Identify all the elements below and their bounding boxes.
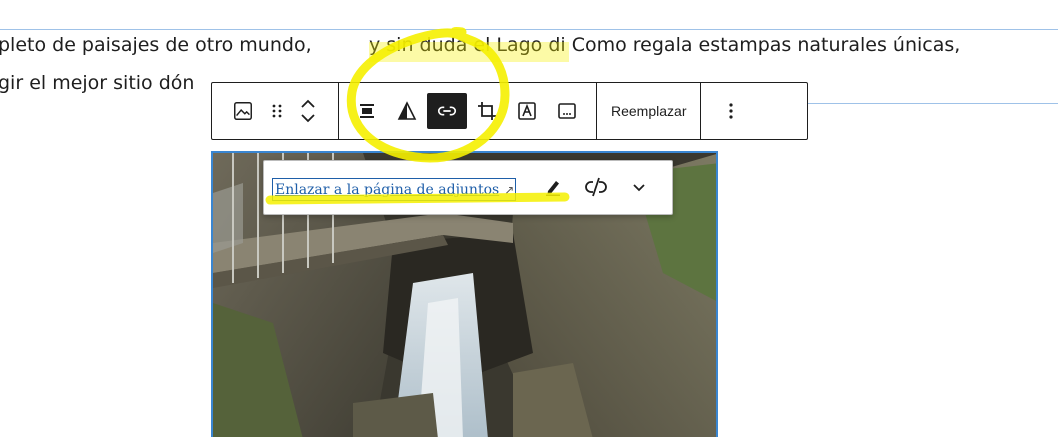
paragraph-text-part-1: pleto de paisajes de otro mundo, xyxy=(0,34,312,56)
replace-button[interactable]: Reemplazar xyxy=(597,103,700,119)
link-settings-button[interactable] xyxy=(625,175,653,203)
paragraph-text-part-2: y sin duda el Lago di Como regala estamp… xyxy=(369,34,961,56)
link-url-text[interactable]: Enlazar a la página de adjuntos xyxy=(275,182,499,198)
edit-link-button[interactable] xyxy=(539,175,567,203)
unlink-icon xyxy=(585,177,607,202)
link-button[interactable] xyxy=(427,93,467,129)
text-over-image-icon xyxy=(517,101,537,121)
crop-icon xyxy=(477,101,497,121)
paragraph-line-1[interactable]: pleto de paisajes de otro mundo, y sin d… xyxy=(0,32,1058,60)
pencil-icon xyxy=(544,178,562,201)
block-toolbar: Reemplazar xyxy=(211,82,808,140)
more-options-button[interactable] xyxy=(711,93,751,129)
duotone-icon xyxy=(397,101,417,121)
link-popover: Enlazar a la página de adjuntos ↗ xyxy=(263,160,673,215)
text-over-image-button[interactable] xyxy=(507,93,547,129)
align-button[interactable] xyxy=(347,93,387,129)
caption-icon xyxy=(557,101,577,121)
move-buttons[interactable] xyxy=(291,93,325,129)
paragraph-text-line-2: gir el mejor sitio dón xyxy=(0,72,195,94)
chevron-down-icon[interactable] xyxy=(300,113,316,123)
image-icon xyxy=(232,100,254,122)
more-vertical-icon xyxy=(728,102,734,120)
drag-handle-icon xyxy=(270,102,284,120)
chevron-down-icon xyxy=(632,180,646,198)
caption-button[interactable] xyxy=(547,93,587,129)
block-type-button[interactable] xyxy=(223,93,263,129)
block-outline-top xyxy=(0,29,1058,30)
link-preview[interactable]: Enlazar a la página de adjuntos ↗ xyxy=(272,178,516,201)
link-icon xyxy=(436,100,458,122)
align-center-icon xyxy=(357,101,377,121)
crop-button[interactable] xyxy=(467,93,507,129)
drag-handle-button[interactable] xyxy=(263,93,291,129)
block-outline-bottom xyxy=(808,103,1058,104)
unlink-button[interactable] xyxy=(582,175,610,203)
external-link-icon: ↗ xyxy=(504,182,515,197)
chevron-up-icon[interactable] xyxy=(300,99,316,109)
duotone-button[interactable] xyxy=(387,93,427,129)
